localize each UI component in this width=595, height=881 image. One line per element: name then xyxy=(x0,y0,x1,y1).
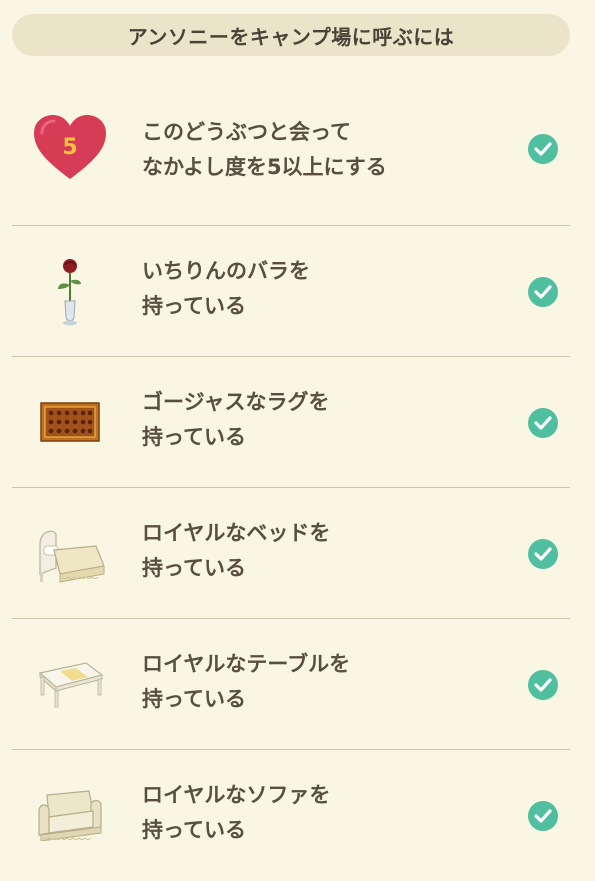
requirement-text: ロイヤルなテーブルを 持っている xyxy=(142,647,492,717)
requirement-text-line1: ロイヤルなソファを xyxy=(142,783,331,807)
heart-icon: 5 xyxy=(32,110,108,186)
requirement-item-friendship: 5 このどうぶつと会って なかよし度を5以上にする xyxy=(12,70,570,226)
page-title: アンソニーをキャンプ場に呼ぶには xyxy=(127,24,455,49)
check-icon xyxy=(528,408,558,438)
friendship-level-badge: 5 xyxy=(62,135,77,160)
requirement-text: ゴージャスなラグを 持っている xyxy=(142,385,492,455)
requirement-text-line2: 持っている xyxy=(142,425,246,449)
requirement-text-line2: 持っている xyxy=(142,818,246,842)
requirement-text-line1: ロイヤルなテーブルを xyxy=(142,652,351,676)
check-icon xyxy=(528,670,558,700)
requirement-text-line2: 持っている xyxy=(142,556,246,580)
requirement-text-line1: ロイヤルなベッドを xyxy=(142,521,331,545)
check-icon xyxy=(528,277,558,307)
requirement-text: ロイヤルなベッドを 持っている xyxy=(142,516,492,586)
check-icon xyxy=(528,801,558,831)
rose-vase-icon xyxy=(32,253,108,329)
table-icon xyxy=(32,646,108,722)
requirement-text: ロイヤルなソファを 持っている xyxy=(142,778,492,848)
bed-icon xyxy=(32,515,108,591)
requirement-text-line1: このどうぶつと会って xyxy=(142,120,351,144)
requirement-text-line2: なかよし度を5以上にする xyxy=(142,155,387,179)
check-icon xyxy=(528,539,558,569)
requirement-text: いちりんのバラを 持っている xyxy=(142,254,492,324)
rug-icon xyxy=(32,384,108,460)
requirement-item-rug: ゴージャスなラグを 持っている xyxy=(12,357,570,488)
requirement-text-line2: 持っている xyxy=(142,294,246,318)
requirement-list: 5 このどうぶつと会って なかよし度を5以上にする いちりんのバラを 持っている… xyxy=(12,70,570,881)
check-icon xyxy=(528,134,558,164)
requirement-text-line1: ゴージャスなラグを xyxy=(142,390,330,414)
header-bar: アンソニーをキャンプ場に呼ぶには xyxy=(12,14,570,56)
requirement-text-line2: 持っている xyxy=(142,687,246,711)
requirement-item-sofa: ロイヤルなソファを 持っている xyxy=(12,750,570,881)
requirement-text: このどうぶつと会って なかよし度を5以上にする xyxy=(142,115,492,185)
requirement-item-table: ロイヤルなテーブルを 持っている xyxy=(12,619,570,750)
sofa-icon xyxy=(32,777,108,853)
requirement-text-line1: いちりんのバラを xyxy=(142,259,310,283)
requirement-item-rose: いちりんのバラを 持っている xyxy=(12,226,570,357)
requirement-item-bed: ロイヤルなベッドを 持っている xyxy=(12,488,570,619)
